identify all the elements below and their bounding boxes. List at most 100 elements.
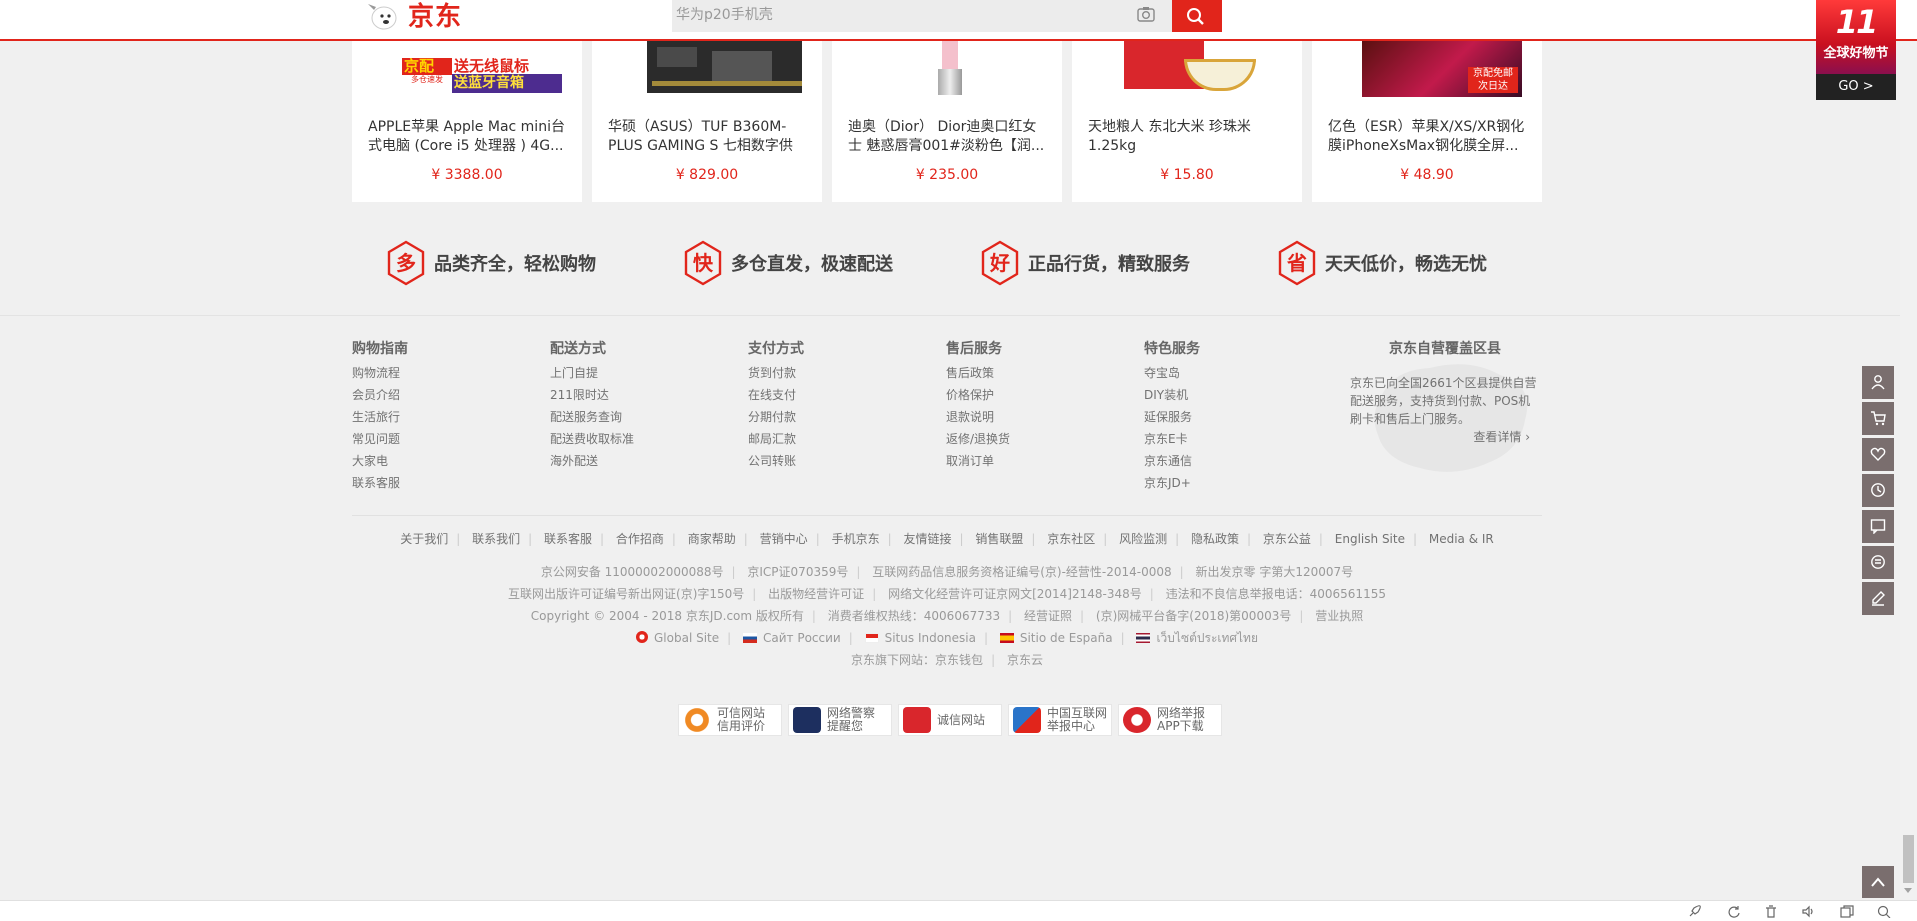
footer-link[interactable]: 取消订单 [946,450,1096,472]
footer-link[interactable]: 价格保护 [946,384,1096,406]
footer-link[interactable]: 会员介绍 [352,384,502,406]
product-image[interactable] [1092,41,1282,97]
footer-link[interactable]: 在线支付 [748,384,898,406]
trust-badge[interactable]: 可信网站 信用评价 [678,704,782,736]
site-link[interactable]: Global Site [654,631,719,645]
footer-link[interactable]: 海外配送 [550,450,700,472]
footer-link[interactable]: 上门自提 [550,362,700,384]
footer-link[interactable]: 配送服务查询 [550,406,700,428]
footer-link[interactable]: 货到付款 [748,362,898,384]
zoom-icon[interactable] [1877,905,1891,918]
site-link[interactable]: เว็บไซต์ประเทศไทย [1156,631,1258,645]
footer-link[interactable]: 联系客服 [352,472,502,494]
footer-link[interactable]: 配送费收取标准 [550,428,700,450]
bottom-link[interactable]: 京东社区 [1047,532,1095,546]
license-link[interactable]: (京)网械平台备字(2018)第00003号 [1096,609,1291,623]
footer-link[interactable]: 京东通信 [1144,450,1294,472]
scrollbar-thumb[interactable] [1903,835,1914,883]
product-image[interactable]: 京配免邮 次日达 [1332,41,1522,97]
footer-link[interactable]: 延保服务 [1144,406,1294,428]
bottom-link[interactable]: 合作招商 [616,532,664,546]
site-link[interactable]: Situs Indonesia [885,631,976,645]
footer-link[interactable]: 生活旅行 [352,406,502,428]
product-image[interactable]: 京配 多仓速发 送无线鼠标 送蓝牙音箱 [372,41,562,97]
license-link[interactable]: 新出发京零 字第大120007号 [1196,565,1354,579]
refresh-icon[interactable] [1727,905,1741,918]
promo-banner[interactable]: 11 全球好物节 GO > [1816,0,1896,100]
product-name[interactable]: 天地粮人 东北大米 珍珠米1.25kg [1088,118,1288,156]
bottom-link[interactable]: 销售联盟 [975,532,1023,546]
bottom-link[interactable]: 风险监测 [1119,532,1167,546]
toolbar-feedback-button[interactable] [1862,546,1894,579]
footer-link[interactable]: 211限时达 [550,384,700,406]
license-link[interactable]: 京公网安备 11000002000088号 [541,565,724,579]
page-scrollbar[interactable] [1900,0,1917,900]
toolbar-history-button[interactable] [1862,474,1894,507]
footer-link[interactable]: 京东JD+ [1144,472,1294,494]
bottom-link[interactable]: 商家帮助 [688,532,736,546]
footer-link[interactable]: 购物流程 [352,362,502,384]
trust-badge[interactable]: 诚信网站 [898,704,1002,736]
trash-icon[interactable] [1764,905,1778,918]
footer-link[interactable]: 邮局汇款 [748,428,898,450]
license-link[interactable]: 违法和不良信息举报电话：4006561155 [1166,587,1386,601]
license-link[interactable]: 互联网出版许可证编号新出网证(京)字150号 [508,587,744,601]
back-to-top-button[interactable] [1862,866,1894,898]
toolbar-user-button[interactable] [1862,366,1894,399]
sub-site-link[interactable]: 京东旗下网站：京东钱包 [851,653,983,667]
bottom-link[interactable]: 联系客服 [544,532,592,546]
footer-link[interactable]: 售后政策 [946,362,1096,384]
footer-link[interactable]: 退款说明 [946,406,1096,428]
product-image[interactable] [612,41,802,97]
bottom-link[interactable]: 关于我们 [400,532,448,546]
coverage-more-link[interactable]: 查看详情 › [1473,428,1530,445]
footer-link[interactable]: 公司转账 [748,450,898,472]
bottom-link[interactable]: 营销中心 [760,532,808,546]
product-name[interactable]: 亿色（ESR）苹果X/XS/XR钢化膜iPhoneXsMax钢化膜全屏... [1328,118,1528,156]
promo-go-button[interactable]: GO > [1816,74,1896,100]
toolbar-edit-button[interactable] [1862,582,1894,615]
product-image[interactable] [852,41,1042,97]
bottom-link[interactable]: English Site [1335,532,1405,546]
toolbar-cart-button[interactable] [1862,402,1894,435]
footer-link[interactable]: 大家电 [352,450,502,472]
bottom-link[interactable]: Media & IR [1429,532,1494,546]
bottom-link[interactable]: 京东公益 [1263,532,1311,546]
footer-link[interactable]: DIY装机 [1144,384,1294,406]
trust-badge[interactable]: 网络举报 APP下载 [1118,704,1222,736]
toolbar-message-button[interactable] [1862,510,1894,543]
license-link[interactable]: 京ICP证070359号 [747,565,848,579]
license-link[interactable]: 互联网药品信息服务资格证编号(京)-经营性-2014-0008 [872,565,1171,579]
trust-badge[interactable]: 网络警察 提醒您 [788,704,892,736]
sub-site-link[interactable]: 京东云 [1007,653,1043,667]
camera-icon[interactable] [1137,6,1155,22]
bottom-link[interactable]: 联系我们 [472,532,520,546]
bottom-link[interactable]: 友情链接 [903,532,951,546]
footer-link[interactable]: 常见问题 [352,428,502,450]
trust-badge[interactable]: 中国互联网 举报中心 [1008,704,1112,736]
rocket-icon[interactable] [1688,905,1702,918]
search-box[interactable]: 华为p20手机壳 [672,0,1222,32]
site-link[interactable]: Сайт России [763,631,841,645]
search-input[interactable]: 华为p20手机壳 [676,0,773,32]
footer-link[interactable]: 分期付款 [748,406,898,428]
license-link[interactable]: 出版物经营许可证 [768,587,864,601]
bottom-link[interactable]: 隐私政策 [1191,532,1239,546]
site-link[interactable]: Sitio de España [1020,631,1113,645]
product-name[interactable]: APPLE苹果 Apple Mac mini台式电脑 (Core i5 处理器 … [368,118,568,156]
product-name[interactable]: 华硕（ASUS）TUF B360M-PLUS GAMING S 七相数字供电..… [608,118,808,156]
license-link[interactable]: 消费者维权热线：4006067733 [828,609,1000,623]
toolbar-follow-button[interactable] [1862,438,1894,471]
sound-icon[interactable] [1802,905,1816,918]
license-link[interactable]: 网络文化经营许可证京网文[2014]2148-348号 [888,587,1142,601]
license-link[interactable]: 营业执照 [1315,609,1363,623]
footer-link[interactable]: 返修/退换货 [946,428,1096,450]
search-button[interactable] [1172,0,1222,32]
footer-link[interactable]: 京东E卡 [1144,428,1294,450]
logo[interactable]: 京东 [362,0,462,34]
window-icon[interactable] [1840,905,1854,918]
scroll-down-icon[interactable] [1904,888,1912,893]
bottom-link[interactable]: 手机京东 [832,532,880,546]
footer-link[interactable]: 夺宝岛 [1144,362,1294,384]
product-name[interactable]: 迪奥（Dior） Dior迪奥口红女士 魅惑唇膏001#淡粉色【润... [848,118,1048,156]
